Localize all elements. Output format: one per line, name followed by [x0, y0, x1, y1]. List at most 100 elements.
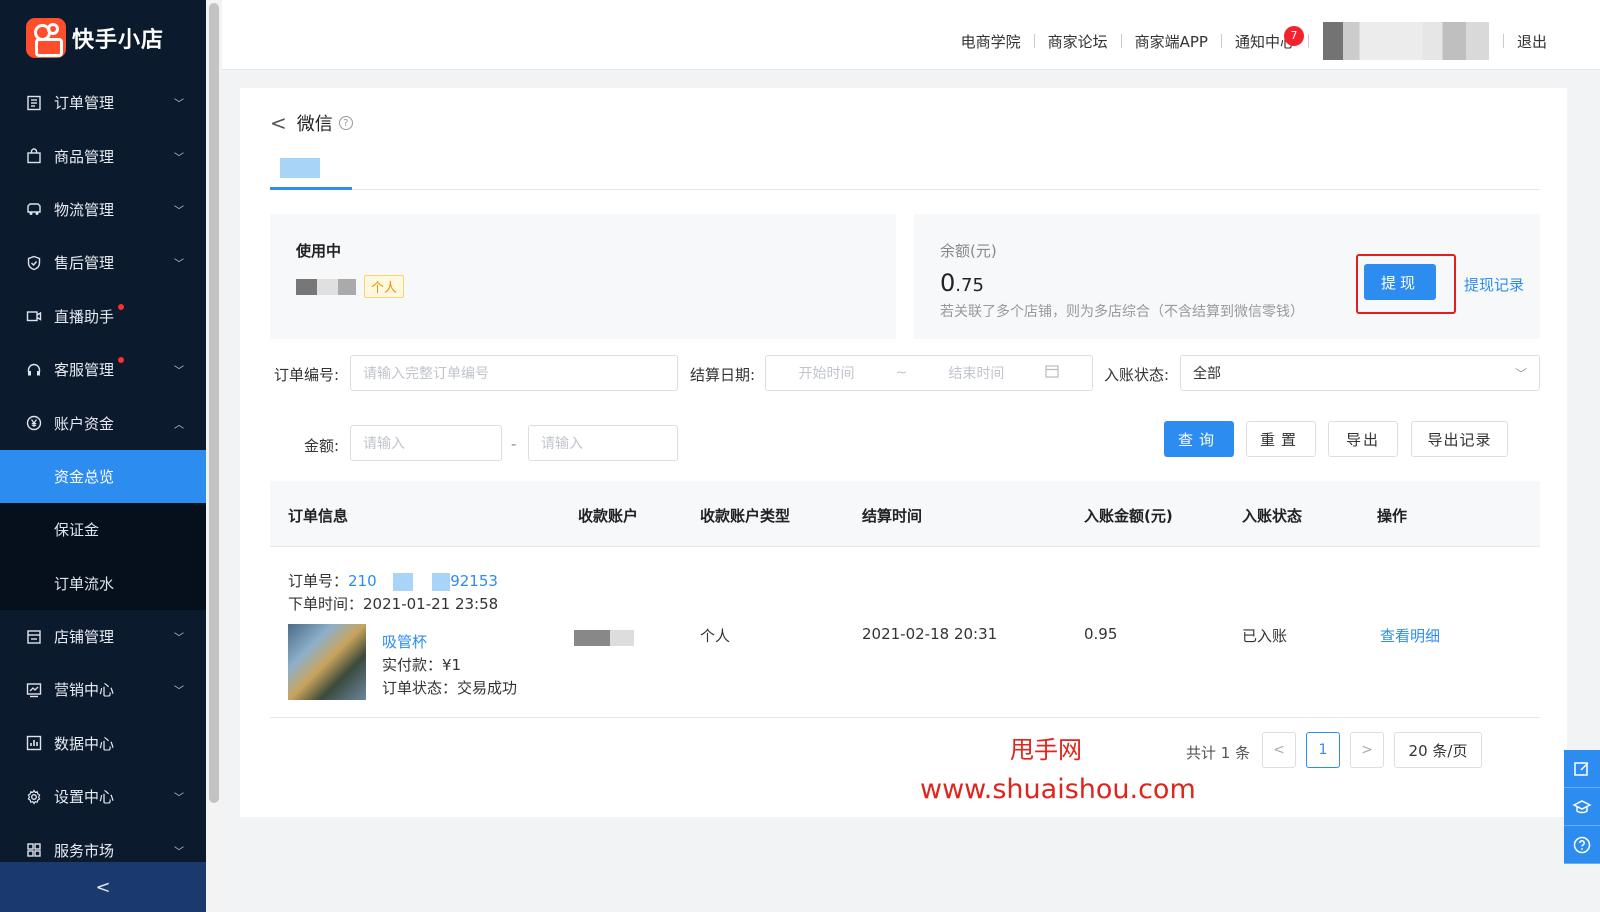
order-number: 订单号：210 92153	[288, 572, 498, 591]
sidebar-item-account-funds[interactable]: 账户资金 ︿	[0, 396, 206, 449]
sidebar-item-live[interactable]: 直播助手	[0, 290, 206, 343]
notification-badge: 7	[1283, 25, 1304, 46]
export-button[interactable]: 导出	[1328, 421, 1398, 457]
chevron-down-icon: ﹀	[174, 793, 184, 805]
watermark-url: www.shuaishou.com	[920, 774, 1196, 805]
col-settle-time: 结算时间	[862, 507, 923, 525]
page-size-select[interactable]: 20 条/页	[1394, 732, 1482, 768]
balance-panel: 余额(元) 0.75 若关联了多个店铺，则为多店综合（不含结算到微信零钱） 提现…	[914, 214, 1540, 339]
withdraw-record-link[interactable]: 提现记录	[1464, 274, 1524, 295]
back-arrow-icon[interactable]: <	[270, 111, 287, 135]
account-type-cell: 个人	[700, 627, 731, 645]
sidebar-collapse-button[interactable]: <	[0, 862, 206, 912]
bag-icon	[26, 148, 42, 164]
order-icon	[26, 95, 42, 111]
pagination-prev-button[interactable]: <	[1262, 732, 1296, 768]
tab-active-blurred[interactable]	[280, 158, 320, 178]
sidebar-item-label: 营销中心	[54, 681, 115, 700]
sidebar-item-label: 物流管理	[54, 200, 115, 219]
date-start-placeholder[interactable]: 开始时间	[799, 363, 855, 383]
order-number-link[interactable]: 210	[348, 572, 377, 590]
sidebar-item-aftersale[interactable]: 售后管理 ﹀	[0, 236, 206, 289]
col-amount: 入账金额(元)	[1084, 507, 1173, 525]
sidebar-item-label: 设置中心	[54, 788, 115, 807]
sidebar-item-settings[interactable]: 设置中心 ﹀	[0, 770, 206, 823]
sidebar-subitem-fund-overview[interactable]: 资金总览	[0, 449, 206, 504]
video-icon	[26, 308, 42, 324]
amount-min-input[interactable]: 请输入	[350, 425, 502, 461]
product-thumbnail[interactable]	[288, 624, 366, 700]
sidebar-item-label: 服务市场	[54, 841, 115, 860]
sidebar-item-customer-service[interactable]: 客服管理 ﹀	[0, 343, 206, 396]
help-circle-icon[interactable]	[1564, 826, 1600, 864]
paid-amount: 实付款：¥1	[382, 656, 462, 674]
settle-time-cell: 2021-02-18 20:31	[862, 625, 998, 643]
view-detail-link[interactable]: 查看明细	[1380, 625, 1440, 646]
sidebar-item-label: 售后管理	[54, 254, 115, 273]
date-range-separator: ~	[895, 365, 908, 381]
logo-text: 快手小店	[72, 28, 165, 53]
chevron-down-icon: ﹀	[174, 152, 184, 164]
sidebar-subitem-order-flow[interactable]: 订单流水	[0, 557, 206, 610]
link-merchant-app[interactable]: 商家端APP	[1122, 31, 1221, 52]
date-end-placeholder[interactable]: 结束时间	[948, 363, 1004, 383]
sidebar-subitem-deposit[interactable]: 保证金	[0, 503, 206, 556]
sidebar-item-store[interactable]: 店铺管理 ﹀	[0, 610, 206, 663]
scrollbar-thumb[interactable]	[209, 3, 219, 803]
sidebar-item-products[interactable]: 商品管理 ﹀	[0, 129, 206, 182]
pagination-page-1[interactable]: 1	[1306, 732, 1340, 768]
link-notification-center[interactable]: 通知中心 7	[1222, 25, 1308, 52]
logo[interactable]: 快手小店	[0, 0, 206, 76]
yen-icon	[26, 415, 42, 431]
order-no-input[interactable]: 请输入完整订单编号	[350, 355, 678, 391]
help-icon[interactable]: ?	[338, 116, 353, 130]
sidebar-item-logistics[interactable]: 物流管理 ﹀	[0, 183, 206, 236]
withdraw-button[interactable]: 提现	[1364, 264, 1436, 300]
chevron-down-icon: ﹀	[174, 686, 184, 698]
blurred-digits	[393, 572, 414, 591]
sidebar-item-label: 数据中心	[54, 734, 115, 753]
account-status-title: 使用中	[296, 242, 342, 260]
reset-button[interactable]: 重置	[1246, 421, 1316, 457]
order-time: 下单时间：2021-01-21 23:58	[288, 595, 499, 613]
amount-max-input[interactable]: 请输入	[528, 425, 678, 461]
link-ecommerce-academy[interactable]: 电商学院	[948, 31, 1034, 52]
settle-date-range[interactable]: 开始时间 ~ 结束时间	[765, 355, 1093, 391]
top-links: 电商学院 商家论坛 商家端APP 通知中心 7 退出	[948, 22, 1560, 60]
query-button[interactable]: 查询	[1164, 421, 1234, 457]
pagination-total: 共计 1 条	[1186, 744, 1251, 762]
amount-label: 金额:	[304, 437, 340, 455]
status-select[interactable]: 全部 ﹀	[1180, 355, 1540, 391]
chevron-up-icon: ︿	[174, 419, 184, 431]
edit-icon[interactable]	[1564, 750, 1600, 788]
gear-icon	[26, 789, 42, 805]
watermark-text: 甩手网	[1010, 736, 1082, 764]
sidebar: 快手小店 订单管理 ﹀ 商品管理 ﹀ 物流管理 ﹀ 售后管理 ﹀ 直播助手 客服…	[0, 0, 206, 912]
user-avatar-blurred[interactable]	[1322, 22, 1489, 60]
col-order-info: 订单信息	[288, 507, 349, 525]
notification-dot	[118, 303, 124, 310]
graduation-cap-icon[interactable]	[1564, 788, 1600, 826]
notification-dot	[118, 356, 124, 363]
sidebar-item-label: 店铺管理	[54, 628, 115, 647]
pagination-next-button[interactable]: >	[1350, 732, 1384, 768]
calendar-icon	[1045, 364, 1060, 382]
table-row: 订单号：210 92153 下单时间：2021-01-21 23:58 吸管杯 …	[270, 548, 1540, 718]
sidebar-item-marketing[interactable]: 营销中心 ﹀	[0, 663, 206, 716]
col-account-type: 收款账户类型	[700, 507, 791, 525]
sidebar-item-orders[interactable]: 订单管理 ﹀	[0, 76, 206, 129]
product-name-link[interactable]: 吸管杯	[382, 631, 427, 652]
export-record-button[interactable]: 导出记录	[1411, 421, 1508, 457]
sidebar-scrollbar[interactable]	[206, 0, 222, 912]
chevron-down-icon: ﹀	[174, 99, 184, 111]
sidebar-submenu: 资金总览 保证金 订单流水	[0, 449, 206, 610]
top-header: 电商学院 商家论坛 商家端APP 通知中心 7 退出	[222, 0, 1600, 70]
page-header: < 微信 ?	[270, 110, 353, 136]
logout-link[interactable]: 退出	[1504, 31, 1560, 52]
link-merchant-forum[interactable]: 商家论坛	[1035, 31, 1121, 52]
status-label: 入账状态:	[1104, 366, 1170, 384]
page-title: 微信	[296, 114, 333, 135]
status-select-value: 全部	[1193, 366, 1221, 382]
sidebar-item-data[interactable]: 数据中心	[0, 717, 206, 770]
divider	[1307, 34, 1309, 48]
